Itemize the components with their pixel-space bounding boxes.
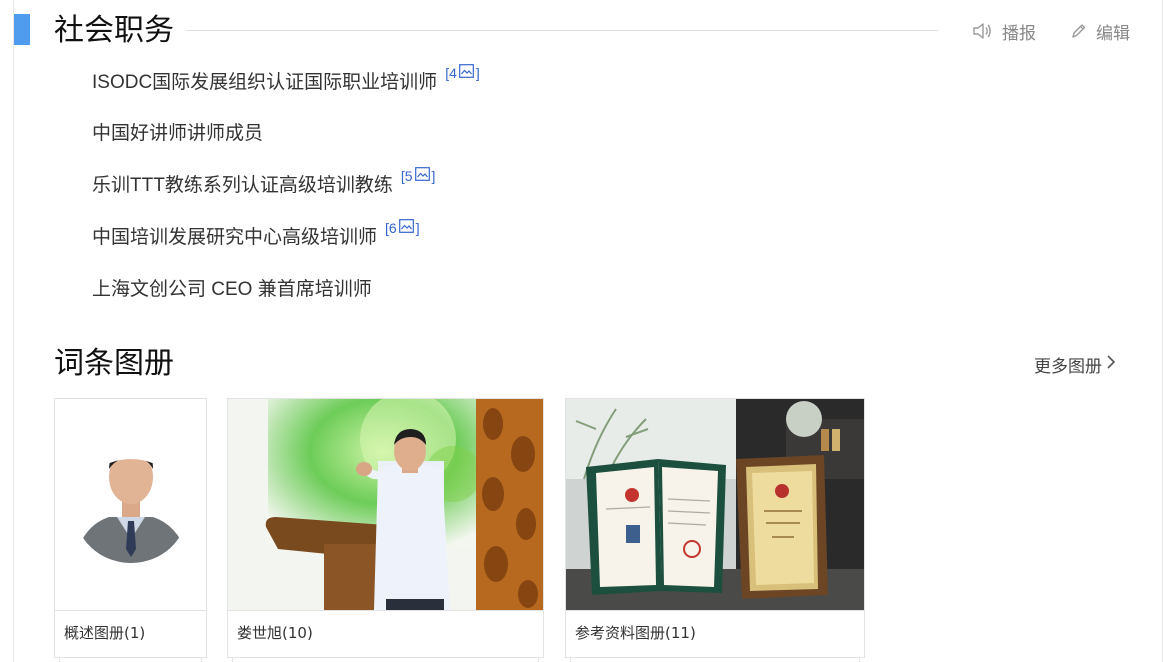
album-card-lou-shixu[interactable]: 娄世旭(10) <box>227 398 544 662</box>
album-cover-photo <box>566 399 864 610</box>
album-count: (1) <box>124 624 146 642</box>
album-count: (11) <box>665 624 696 642</box>
ref-number: 4 <box>449 65 457 81</box>
album-caption: 概述图册(1) <box>55 610 206 658</box>
album-caption: 娄世旭(10) <box>228 610 543 658</box>
album-cover-photo <box>228 399 543 610</box>
broadcast-button[interactable]: 播报 <box>972 18 1036 44</box>
album-name: 娄世旭 <box>237 624 283 642</box>
ref-bracket-close: ] <box>415 220 420 236</box>
edit-label: 编辑 <box>1096 23 1130 43</box>
list-item: 中国好讲师讲师成员 <box>92 119 263 149</box>
edit-button[interactable]: 编辑 <box>1070 18 1130 44</box>
reference-link[interactable]: [4] <box>445 58 480 88</box>
image-icon <box>414 161 430 191</box>
album-cover-photo <box>55 399 206 610</box>
album-card-references[interactable]: 参考资料图册(11) <box>565 398 865 662</box>
speaker-icon <box>972 22 1002 40</box>
broadcast-label: 播报 <box>1002 23 1036 43</box>
duty-text: 上海文创公司 CEO 兼首席培训师 <box>92 279 372 300</box>
album-title: 词条图册 <box>54 346 174 381</box>
more-albums-link[interactable]: 更多图册 <box>1034 352 1116 377</box>
card-stack-edge <box>570 658 860 662</box>
album-caption: 参考资料图册(11) <box>566 610 864 658</box>
reference-link[interactable]: [5] <box>401 161 436 191</box>
reference-link[interactable]: [6] <box>385 213 420 243</box>
card-stack-edge <box>232 658 539 662</box>
image-icon <box>398 213 414 243</box>
more-albums-label: 更多图册 <box>1034 357 1102 376</box>
ref-number: 5 <box>404 168 413 184</box>
album-name: 参考资料图册 <box>575 624 666 642</box>
section-header: 社会职务 播报 编辑 <box>14 12 1162 50</box>
content-right-border <box>1162 0 1163 662</box>
list-item: 上海文创公司 CEO 兼首席培训师 <box>92 275 372 305</box>
album-count: (10) <box>282 624 313 642</box>
content-left-border <box>13 0 14 662</box>
card-stack-edge <box>59 658 202 662</box>
chevron-right-icon <box>1102 354 1116 375</box>
duty-text: ISODC国际发展组织认证国际职业培训师 <box>92 72 438 93</box>
duty-text: 中国好讲师讲师成员 <box>92 123 264 144</box>
duty-text: 乐训TTT教练系列认证高级培训教练 <box>92 175 393 196</box>
section-accent-bar <box>14 14 30 45</box>
ref-bracket-close: ] <box>431 168 436 184</box>
pencil-icon <box>1070 22 1096 40</box>
list-item: 中国培训发展研究中心高级培训师[6] <box>92 219 420 253</box>
album-name: 概述图册 <box>64 624 125 642</box>
ref-bracket-close: ] <box>475 65 480 81</box>
list-item: 乐训TTT教练系列认证高级培训教练[5] <box>92 167 435 201</box>
list-item: ISODC国际发展组织认证国际职业培训师[4] <box>92 64 480 98</box>
section-divider <box>186 30 938 31</box>
album-card-overview[interactable]: 概述图册(1) <box>54 398 207 662</box>
ref-number: 6 <box>388 220 397 236</box>
image-icon <box>458 58 474 88</box>
duty-text: 中国培训发展研究中心高级培训师 <box>92 227 378 248</box>
section-title: 社会职务 <box>54 13 174 48</box>
